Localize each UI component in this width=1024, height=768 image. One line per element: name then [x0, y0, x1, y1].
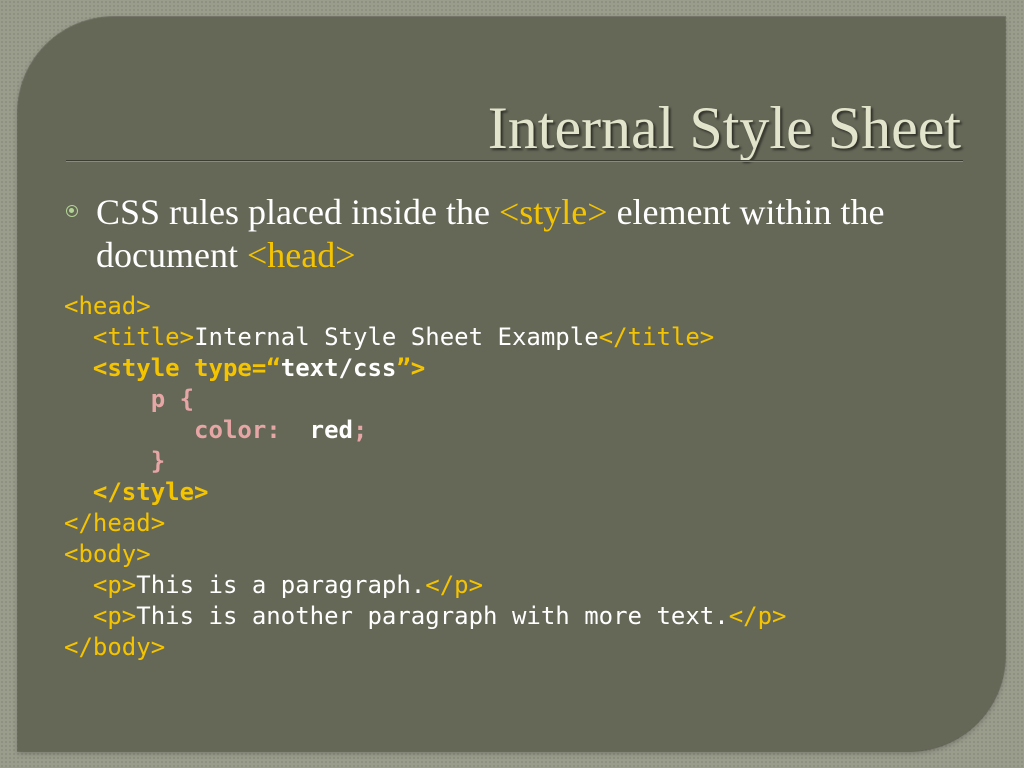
- code-css-semicolon: ;: [353, 416, 368, 444]
- code-line-paragraph-2: <p>This is another paragraph with more t…: [64, 601, 787, 632]
- code-line-declaration: color: red;: [64, 415, 786, 446]
- code-title-text: Internal Style Sheet Example: [194, 323, 599, 351]
- bullet-text-part-1: CSS rules placed inside the: [96, 192, 499, 232]
- code-line-selector: p {: [64, 384, 786, 415]
- code-body-close-tag: </body>: [64, 633, 166, 661]
- code-css-value: red: [309, 416, 354, 444]
- code-title-open-tag: <title>: [92, 323, 195, 351]
- code-line-head-open: <head>: [64, 291, 786, 322]
- code-line-body-close: </body>: [64, 632, 786, 663]
- code-p-close-tag-2: </p>: [728, 602, 787, 630]
- code-style-open-end: ”>: [396, 354, 426, 382]
- bullet-highlight-style-tag: <style>: [498, 192, 608, 232]
- bullet-highlight-head-tag: <head>: [246, 235, 356, 275]
- code-title-close-tag: </title>: [598, 323, 715, 351]
- title-divider: [66, 160, 963, 162]
- code-style-type-value: text/css: [280, 354, 397, 382]
- code-line-body-open: <body>: [64, 539, 786, 570]
- code-line-title: <title>Internal Style Sheet Example</tit…: [64, 322, 786, 353]
- code-style-close-tag: </style>: [92, 478, 209, 506]
- code-head-close-tag: </head>: [64, 509, 166, 537]
- code-line-style-open: <style type=“text/css”>: [64, 353, 786, 384]
- code-style-open-start: <style type=“: [92, 354, 281, 382]
- circle-bullet-icon: [66, 205, 78, 217]
- slide-title: Internal Style Sheet: [487, 95, 961, 161]
- code-p-close-tag-1: </p>: [425, 571, 484, 599]
- code-css-selector: p {: [150, 385, 195, 413]
- code-p-text-1: This is a paragraph.: [136, 571, 426, 599]
- code-line-brace-close: }: [64, 446, 786, 477]
- bullet-point: CSS rules placed inside the <style> elem…: [66, 191, 946, 277]
- code-line-style-close: </style>: [64, 477, 786, 508]
- code-css-brace-close: }: [150, 447, 166, 475]
- code-p-text-2: This is another paragraph with more text…: [136, 602, 729, 630]
- code-body-open-tag: <body>: [64, 540, 151, 568]
- slide-background: { "title": "Internal Style Sheet", "bull…: [0, 0, 1024, 768]
- code-line-head-close: </head>: [64, 508, 786, 539]
- code-line-paragraph-1: <p>This is a paragraph.</p>: [64, 570, 786, 601]
- code-head-open-tag: <head>: [64, 292, 151, 320]
- code-css-property: color:: [194, 416, 281, 444]
- code-p-open-tag-1: <p>: [92, 571, 137, 599]
- bullet-text: CSS rules placed inside the <style> elem…: [96, 191, 946, 277]
- slide-panel: Internal Style Sheet CSS rules placed in…: [18, 17, 1005, 751]
- code-p-open-tag-2: <p>: [92, 602, 137, 630]
- code-example: <head> <title>Internal Style Sheet Examp…: [64, 291, 786, 663]
